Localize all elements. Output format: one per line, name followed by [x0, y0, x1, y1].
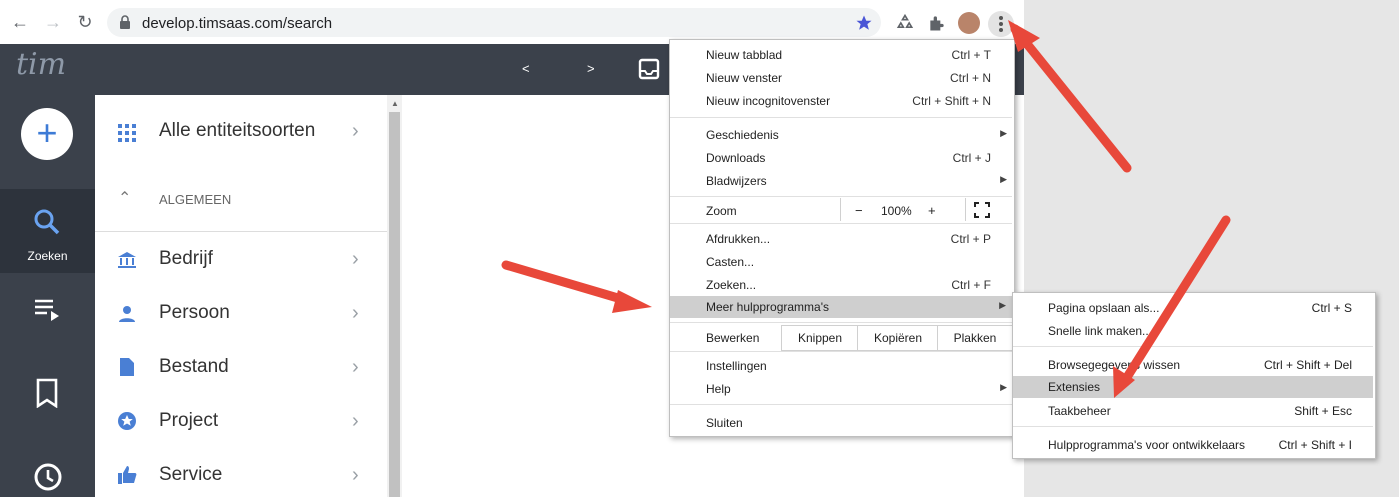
- recycle-extension-icon[interactable]: [895, 13, 915, 33]
- bank-icon: [118, 252, 136, 268]
- chevron-right-icon: ›: [352, 120, 359, 142]
- menu-help[interactable]: Help ▶: [669, 378, 1013, 400]
- add-button[interactable]: +: [21, 108, 73, 160]
- entity-panel: [95, 95, 387, 497]
- entity-item-bedrijf[interactable]: Bedrijf: [159, 248, 213, 270]
- menu-history[interactable]: Geschiedenis ▶: [669, 124, 1013, 146]
- menu-exit[interactable]: Sluiten: [669, 412, 1013, 434]
- submenu-arrow-icon: ▶: [1000, 128, 1007, 138]
- menu-downloads[interactable]: Downloads Ctrl + J: [669, 147, 1013, 169]
- chevron-right-icon: ›: [352, 356, 359, 378]
- all-entity-types-item[interactable]: Alle entiteitsoorten: [159, 120, 315, 142]
- menu-settings[interactable]: Instellingen: [669, 355, 1013, 377]
- forward-button[interactable]: →: [40, 9, 66, 35]
- zoom-out-button[interactable]: −: [855, 203, 863, 218]
- submenu-arrow-icon: ▶: [1000, 382, 1007, 392]
- menu-new-tab[interactable]: Nieuw tabblad Ctrl + T: [669, 44, 1013, 66]
- cut-button[interactable]: Knippen: [781, 325, 859, 351]
- menu-separator: [670, 223, 1012, 224]
- fullscreen-icon[interactable]: [974, 202, 990, 218]
- submenu-create-shortcut[interactable]: Snelle link maken...: [1012, 320, 1374, 342]
- chevron-right-icon: ›: [352, 410, 359, 432]
- edit-label: Bewerken: [706, 331, 760, 345]
- apps-grid-icon: [118, 124, 136, 142]
- bookmark-star-icon[interactable]: [855, 14, 873, 32]
- scrollbar-thumb[interactable]: [389, 112, 400, 497]
- menu-more-tools[interactable]: Meer hulpprogramma's ▶: [670, 296, 1012, 318]
- prev-button[interactable]: <: [522, 61, 530, 76]
- submenu-save-page[interactable]: Pagina opslaan als... Ctrl + S: [1012, 297, 1374, 319]
- arrow-to-menu-button: [1010, 24, 1132, 173]
- menu-separator: [670, 117, 1012, 118]
- menu-find[interactable]: Zoeken... Ctrl + F: [669, 274, 1013, 296]
- submenu-task-manager[interactable]: Taakbeheer Shift + Esc: [1012, 400, 1374, 422]
- lock-icon: [120, 15, 130, 29]
- copy-button[interactable]: Kopiëren: [857, 325, 939, 351]
- section-divider: [95, 231, 387, 232]
- menu-cast[interactable]: Casten...: [669, 251, 1013, 273]
- menu-separator: [1013, 346, 1373, 347]
- submenu-clear-data[interactable]: Browsegegevens wissen Ctrl + Shift + Del: [1012, 354, 1374, 376]
- rail-search-label: Zoeken: [27, 249, 68, 263]
- menu-separator: [670, 322, 1012, 323]
- section-algemeen[interactable]: ALGEMEEN: [159, 192, 231, 207]
- entity-item-bestand[interactable]: Bestand: [159, 356, 229, 378]
- menu-separator: [670, 196, 1012, 197]
- zoom-value: 100%: [881, 204, 912, 218]
- chevron-right-icon: ›: [352, 464, 359, 486]
- menu-bookmarks[interactable]: Bladwijzers ▶: [669, 170, 1013, 192]
- entity-item-project[interactable]: Project: [159, 410, 218, 432]
- chevron-right-icon: ›: [352, 248, 359, 270]
- scroll-up-arrow[interactable]: ▲: [391, 99, 399, 108]
- submenu-dev-tools[interactable]: Hulpprogramma's voor ontwikkelaars Ctrl +…: [1012, 434, 1374, 456]
- chevron-right-icon: ›: [352, 302, 359, 324]
- menu-new-incognito[interactable]: Nieuw incognitovenster Ctrl + Shift + N: [669, 90, 1013, 112]
- inbox-icon[interactable]: [638, 58, 660, 80]
- search-icon: [34, 209, 60, 235]
- history-icon[interactable]: [30, 460, 64, 494]
- thumbs-up-icon: [118, 466, 137, 484]
- person-icon: [119, 306, 135, 322]
- chrome-menu-button[interactable]: [988, 11, 1014, 37]
- reload-button[interactable]: ↻: [72, 9, 98, 35]
- zoom-label: Zoom: [706, 204, 737, 218]
- app-logo: tim: [16, 47, 67, 82]
- menu-separator: [670, 351, 1012, 352]
- url-text: develop.timsaas.com/search: [142, 15, 333, 32]
- menu-separator: [670, 404, 1012, 405]
- submenu-arrow-icon: ▶: [999, 300, 1006, 310]
- next-button[interactable]: >: [587, 61, 595, 76]
- submenu-extensions[interactable]: Extensies: [1013, 376, 1373, 398]
- playlist-icon[interactable]: [33, 297, 61, 323]
- entity-item-persoon[interactable]: Persoon: [159, 302, 230, 324]
- menu-separator: [1013, 426, 1373, 427]
- puzzle-extensions-icon[interactable]: [927, 13, 947, 33]
- paste-button[interactable]: Plakken: [937, 325, 1013, 351]
- bookmark-icon[interactable]: [35, 378, 59, 408]
- entity-item-service[interactable]: Service: [159, 464, 222, 486]
- star-circle-icon: [118, 412, 136, 430]
- submenu-arrow-icon: ▶: [1000, 174, 1007, 184]
- zoom-in-button[interactable]: +: [928, 203, 936, 218]
- file-icon: [120, 358, 134, 376]
- chevron-up-icon[interactable]: ⌃: [118, 188, 131, 208]
- avatar[interactable]: [958, 12, 980, 34]
- menu-print[interactable]: Afdrukken... Ctrl + P: [669, 228, 1013, 250]
- menu-new-window[interactable]: Nieuw venster Ctrl + N: [669, 67, 1013, 89]
- back-button[interactable]: ←: [7, 9, 33, 35]
